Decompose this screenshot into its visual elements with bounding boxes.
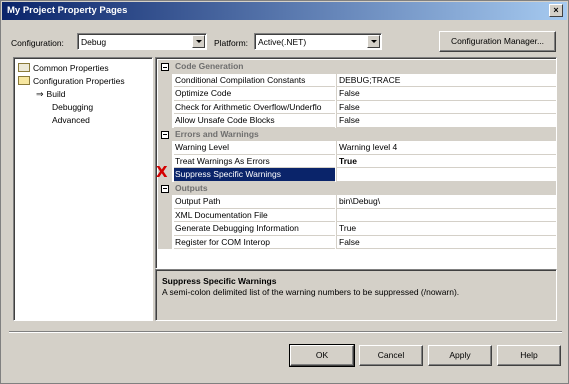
open-folder-icon bbox=[18, 76, 30, 85]
category-row-outputs[interactable]: Outputs bbox=[158, 181, 556, 195]
property-pages-window: My Project Property Pages × Configuratio… bbox=[0, 0, 569, 384]
platform-label: Platform: bbox=[214, 38, 249, 48]
category-row-code-generation[interactable]: Code Generation bbox=[158, 60, 556, 74]
property-name: Generate Debugging Information bbox=[174, 222, 335, 236]
category-label: Code Generation bbox=[175, 61, 244, 71]
property-value[interactable]: bin\Debug\ bbox=[336, 195, 556, 209]
property-row[interactable]: Generate Debugging Information True bbox=[158, 222, 556, 236]
category-label: Outputs bbox=[175, 182, 208, 193]
configuration-value: Debug bbox=[81, 37, 107, 47]
title-bar[interactable]: My Project Property Pages × bbox=[2, 2, 567, 20]
property-grid[interactable]: Code Generation Conditional Compilation … bbox=[155, 57, 557, 269]
property-value[interactable]: False bbox=[336, 100, 556, 114]
annotation-x-mark: X bbox=[156, 163, 168, 181]
property-row[interactable]: Output Path bin\Debug\ bbox=[158, 195, 556, 209]
tree-item-configuration-properties[interactable]: Configuration Properties bbox=[18, 75, 125, 87]
tree-item-label: Advanced bbox=[52, 115, 90, 125]
property-row[interactable]: Treat Warnings As Errors True bbox=[158, 154, 556, 168]
help-button[interactable]: Help bbox=[497, 345, 561, 366]
property-name: Warning Level bbox=[174, 141, 335, 155]
property-value[interactable]: Warning level 4 bbox=[336, 141, 556, 155]
category-label: Errors and Warnings bbox=[175, 128, 259, 139]
description-panel: Suppress Specific Warnings A semi-colon … bbox=[155, 269, 557, 321]
tree-item-label: Build bbox=[46, 89, 66, 99]
property-row[interactable]: Register for COM Interop False bbox=[158, 235, 556, 249]
tree-item-common-properties[interactable]: Common Properties bbox=[18, 62, 109, 74]
configuration-manager-label: Configuration Manager... bbox=[450, 36, 545, 46]
close-icon: × bbox=[553, 5, 559, 15]
property-value[interactable] bbox=[336, 208, 556, 222]
property-value[interactable]: True bbox=[336, 154, 556, 168]
configuration-label: Configuration: bbox=[11, 38, 64, 48]
tree-item-advanced[interactable]: Advanced bbox=[52, 114, 90, 126]
property-row[interactable]: Check for Arithmetic Overflow/Underflo Fa… bbox=[158, 100, 556, 114]
description-text: A semi-colon delimited list of the warni… bbox=[162, 287, 460, 297]
property-value[interactable]: False bbox=[336, 235, 556, 249]
property-name: Treat Warnings As Errors bbox=[174, 155, 335, 168]
property-value[interactable]: DEBUG;TRACE bbox=[336, 73, 556, 87]
property-row[interactable]: Conditional Compilation Constants DEBUG;T… bbox=[158, 73, 556, 87]
apply-button[interactable]: Apply bbox=[428, 345, 492, 366]
ok-button[interactable]: OK bbox=[289, 344, 355, 367]
property-name: XML Documentation File bbox=[174, 209, 335, 222]
property-row[interactable]: Warning Level Warning level 4 bbox=[158, 141, 556, 155]
tree-item-label: Debugging bbox=[52, 102, 94, 112]
cancel-label: Cancel bbox=[377, 350, 405, 360]
property-name: Allow Unsafe Code Blocks bbox=[174, 114, 335, 128]
cancel-button[interactable]: Cancel bbox=[359, 345, 423, 366]
tree-item-build[interactable]: ⇒ Build bbox=[36, 88, 65, 100]
property-name: Register for COM Interop bbox=[174, 236, 335, 249]
property-value[interactable]: False bbox=[336, 114, 556, 128]
property-row[interactable]: Optimize Code False bbox=[158, 87, 556, 101]
chevron-down-icon[interactable] bbox=[192, 35, 205, 48]
tree-item-label: Common Properties bbox=[33, 63, 109, 73]
property-name: Output Path bbox=[174, 195, 335, 209]
collapse-icon[interactable] bbox=[161, 130, 169, 139]
property-name: Suppress Specific Warnings bbox=[174, 168, 335, 182]
category-row-errors-and-warnings[interactable]: Errors and Warnings bbox=[158, 127, 556, 141]
divider bbox=[9, 331, 562, 333]
configuration-manager-button[interactable]: Configuration Manager... bbox=[439, 31, 556, 52]
folder-icon bbox=[18, 63, 30, 72]
apply-label: Apply bbox=[449, 350, 471, 360]
property-value-input[interactable] bbox=[336, 168, 556, 182]
property-value[interactable]: False bbox=[336, 87, 556, 101]
chevron-down-icon[interactable] bbox=[367, 35, 380, 48]
property-name: Check for Arithmetic Overflow/Underflo bbox=[174, 101, 335, 114]
property-value[interactable]: True bbox=[336, 222, 556, 236]
description-title: Suppress Specific Warnings bbox=[162, 276, 277, 286]
property-row-selected[interactable]: Suppress Specific Warnings bbox=[158, 168, 556, 182]
property-row[interactable]: XML Documentation File bbox=[158, 208, 556, 222]
arrow-right-icon: ⇒ bbox=[36, 89, 44, 99]
platform-dropdown[interactable]: Active(.NET) bbox=[254, 33, 382, 50]
category-tree[interactable]: Common Properties Configuration Properti… bbox=[13, 57, 153, 321]
platform-value: Active(.NET) bbox=[258, 37, 307, 47]
property-row[interactable]: Allow Unsafe Code Blocks False bbox=[158, 114, 556, 128]
close-button[interactable]: × bbox=[549, 4, 563, 17]
help-label: Help bbox=[520, 350, 538, 360]
ok-label: OK bbox=[315, 350, 329, 360]
collapse-icon[interactable] bbox=[161, 63, 169, 71]
tree-item-debugging[interactable]: Debugging bbox=[52, 101, 93, 113]
tree-item-label: Configuration Properties bbox=[33, 76, 125, 86]
window-title: My Project Property Pages bbox=[7, 5, 128, 16]
property-name: Optimize Code bbox=[174, 87, 335, 101]
configuration-dropdown[interactable]: Debug bbox=[77, 33, 207, 50]
property-name: Conditional Compilation Constants bbox=[174, 74, 335, 87]
collapse-icon[interactable] bbox=[161, 184, 169, 193]
